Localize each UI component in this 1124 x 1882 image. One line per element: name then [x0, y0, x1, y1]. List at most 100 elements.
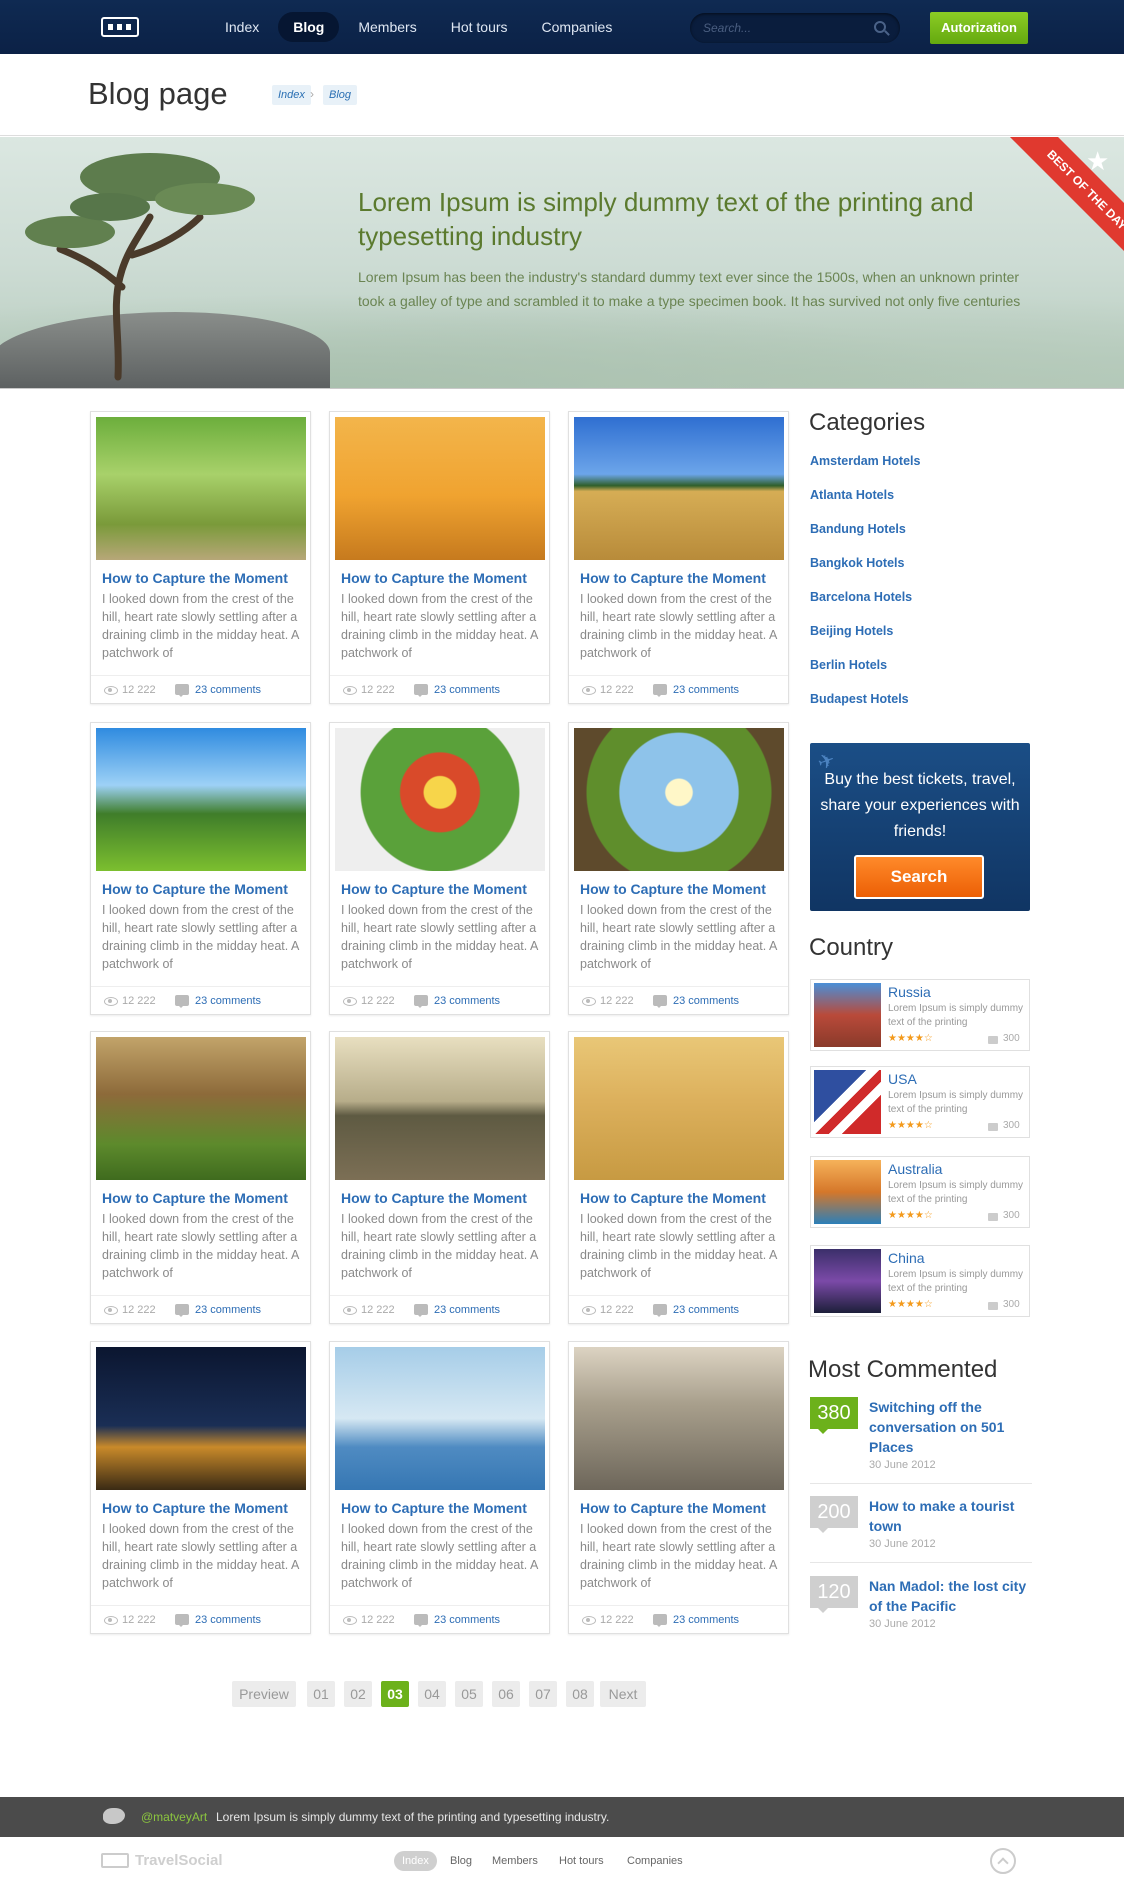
- pagination-page[interactable]: 05: [455, 1681, 483, 1707]
- tweet-handle[interactable]: @matveyArt: [141, 1810, 207, 1824]
- most-commented-title[interactable]: Nan Madol: the lost city of the Pacific: [869, 1576, 1034, 1616]
- category-link[interactable]: Bandung Hotels: [810, 522, 906, 536]
- post-image[interactable]: [335, 1037, 545, 1180]
- footer-logo-icon[interactable]: [101, 1853, 129, 1868]
- post-title[interactable]: How to Capture the Moment: [580, 1190, 766, 1206]
- post-image[interactable]: [574, 417, 784, 560]
- post-card[interactable]: How to Capture the Moment I looked down f…: [90, 411, 311, 704]
- post-image[interactable]: [96, 728, 306, 871]
- post-title[interactable]: How to Capture the Moment: [102, 881, 288, 897]
- post-image[interactable]: [574, 1347, 784, 1490]
- post-title[interactable]: How to Capture the Moment: [341, 881, 527, 897]
- post-title[interactable]: How to Capture the Moment: [102, 1500, 288, 1516]
- post-title[interactable]: How to Capture the Moment: [580, 1500, 766, 1516]
- logo-ticket-icon[interactable]: [101, 17, 139, 37]
- pagination-page[interactable]: 04: [418, 1681, 446, 1707]
- category-link[interactable]: Bangkok Hotels: [810, 556, 904, 570]
- post-title[interactable]: How to Capture the Moment: [341, 570, 527, 586]
- promo-search-button[interactable]: Search: [854, 855, 984, 899]
- post-image[interactable]: [335, 1347, 545, 1490]
- category-link[interactable]: Beijing Hotels: [810, 624, 893, 638]
- post-card[interactable]: How to Capture the Moment I looked down f…: [90, 1341, 311, 1634]
- search-icon[interactable]: [874, 21, 886, 33]
- nav-companies[interactable]: Companies: [527, 12, 628, 42]
- footer-nav-blog[interactable]: Blog: [442, 1851, 480, 1871]
- pagination-page[interactable]: 02: [344, 1681, 372, 1707]
- post-comments-link[interactable]: 23 comments: [434, 995, 500, 1007]
- country-name[interactable]: USA: [888, 1071, 917, 1087]
- pagination-page[interactable]: 03: [381, 1681, 409, 1707]
- category-link[interactable]: Berlin Hotels: [810, 658, 887, 672]
- post-comments-link[interactable]: 23 comments: [195, 684, 261, 696]
- country-name[interactable]: China: [888, 1250, 925, 1266]
- pagination-next[interactable]: Next: [600, 1681, 646, 1707]
- pagination-page[interactable]: 08: [566, 1681, 594, 1707]
- pagination-prev[interactable]: Preview: [232, 1681, 296, 1707]
- pagination-page[interactable]: 01: [307, 1681, 335, 1707]
- post-card[interactable]: How to Capture the Moment I looked down f…: [329, 1341, 550, 1634]
- breadcrumb-blog[interactable]: Blog: [323, 85, 358, 105]
- post-title[interactable]: How to Capture the Moment: [102, 1190, 288, 1206]
- post-comments-link[interactable]: 23 comments: [434, 1304, 500, 1316]
- post-comments-link[interactable]: 23 comments: [195, 1304, 261, 1316]
- scroll-up-icon[interactable]: [990, 1848, 1016, 1874]
- post-comments-link[interactable]: 23 comments: [195, 995, 261, 1007]
- country-name[interactable]: Russia: [888, 984, 931, 1000]
- post-card[interactable]: How to Capture the Moment I looked down f…: [568, 411, 789, 704]
- post-image[interactable]: [96, 1037, 306, 1180]
- category-link[interactable]: Budapest Hotels: [810, 692, 909, 706]
- post-card[interactable]: How to Capture the Moment I looked down f…: [568, 1031, 789, 1324]
- post-image[interactable]: [96, 417, 306, 560]
- search-input[interactable]: [703, 20, 863, 36]
- post-comments-link[interactable]: 23 comments: [673, 1614, 739, 1626]
- country-image[interactable]: [814, 1249, 881, 1313]
- twitter-icon[interactable]: [103, 1808, 125, 1824]
- country-image[interactable]: [814, 1160, 881, 1224]
- nav-members[interactable]: Members: [343, 12, 431, 42]
- post-card[interactable]: How to Capture the Moment I looked down f…: [568, 722, 789, 1015]
- post-card[interactable]: How to Capture the Moment I looked down f…: [90, 1031, 311, 1324]
- category-link[interactable]: Amsterdam Hotels: [810, 454, 920, 468]
- country-card[interactable]: China Lorem Ipsum is simply dummy text of…: [810, 1245, 1030, 1317]
- footer-brand[interactable]: TravelSocial: [135, 1852, 223, 1869]
- pagination-page[interactable]: 07: [529, 1681, 557, 1707]
- most-commented-title[interactable]: How to make a tourist town: [869, 1496, 1034, 1536]
- post-image[interactable]: [335, 728, 545, 871]
- post-image[interactable]: [574, 728, 784, 871]
- footer-nav-members[interactable]: Members: [484, 1851, 546, 1871]
- post-card[interactable]: How to Capture the Moment I looked down f…: [329, 411, 550, 704]
- post-comments-link[interactable]: 23 comments: [434, 684, 500, 696]
- post-card[interactable]: How to Capture the Moment I looked down f…: [329, 722, 550, 1015]
- post-comments-link[interactable]: 23 comments: [434, 1614, 500, 1626]
- post-title[interactable]: How to Capture the Moment: [580, 570, 766, 586]
- post-comments-link[interactable]: 23 comments: [195, 1614, 261, 1626]
- country-card[interactable]: Australia Lorem Ipsum is simply dummy tex…: [810, 1156, 1030, 1228]
- nav-hot-tours[interactable]: Hot tours: [436, 12, 523, 42]
- pagination-page[interactable]: 06: [492, 1681, 520, 1707]
- category-link[interactable]: Barcelona Hotels: [810, 590, 912, 604]
- post-card[interactable]: How to Capture the Moment I looked down f…: [568, 1341, 789, 1634]
- post-comments-link[interactable]: 23 comments: [673, 684, 739, 696]
- post-card[interactable]: How to Capture the Moment I looked down f…: [329, 1031, 550, 1324]
- post-title[interactable]: How to Capture the Moment: [102, 570, 288, 586]
- post-image[interactable]: [96, 1347, 306, 1490]
- country-image[interactable]: [814, 983, 881, 1047]
- post-image[interactable]: [335, 417, 545, 560]
- country-card[interactable]: USA Lorem Ipsum is simply dummy text of t…: [810, 1066, 1030, 1138]
- breadcrumb-index[interactable]: Index: [272, 85, 311, 105]
- country-card[interactable]: Russia Lorem Ipsum is simply dummy text o…: [810, 979, 1030, 1051]
- footer-nav-companies[interactable]: Companies: [619, 1851, 691, 1871]
- nav-index[interactable]: Index: [210, 12, 274, 42]
- post-title[interactable]: How to Capture the Moment: [580, 881, 766, 897]
- category-link[interactable]: Atlanta Hotels: [810, 488, 894, 502]
- footer-nav-index[interactable]: Index: [394, 1851, 437, 1871]
- country-name[interactable]: Australia: [888, 1161, 942, 1177]
- nav-blog[interactable]: Blog: [278, 12, 340, 42]
- most-commented-title[interactable]: Switching off the conversation on 501 Pl…: [869, 1397, 1034, 1457]
- post-comments-link[interactable]: 23 comments: [673, 995, 739, 1007]
- country-image[interactable]: [814, 1070, 881, 1134]
- footer-nav-hot-tours[interactable]: Hot tours: [551, 1851, 612, 1871]
- autorization-button[interactable]: Autorization: [930, 12, 1028, 44]
- post-image[interactable]: [574, 1037, 784, 1180]
- post-title[interactable]: How to Capture the Moment: [341, 1500, 527, 1516]
